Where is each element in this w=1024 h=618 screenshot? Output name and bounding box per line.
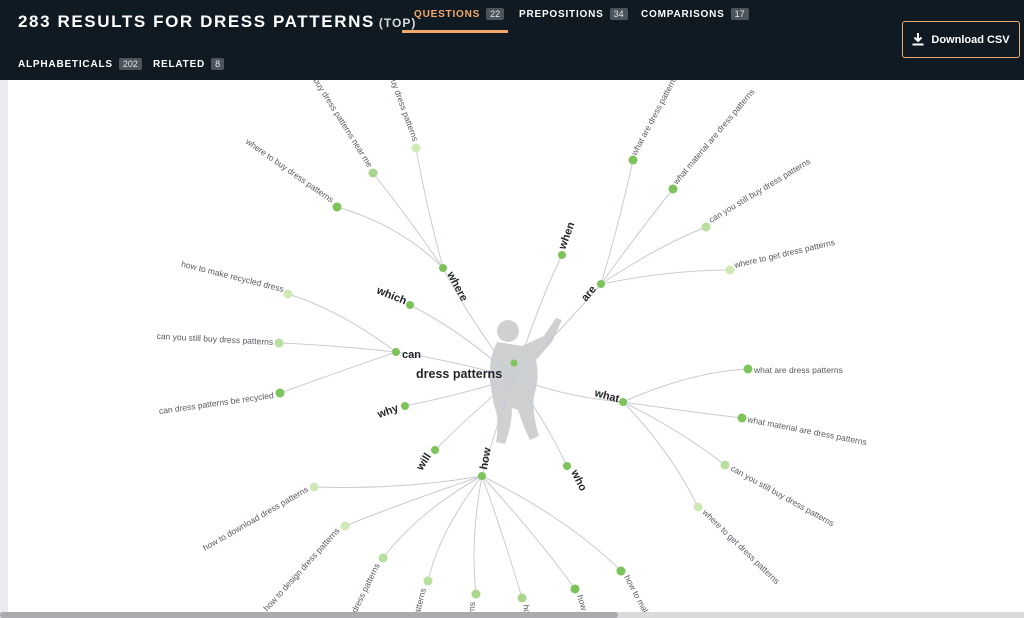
tab-comparisons-label: COMPARISONS (641, 8, 725, 20)
branch-can-0[interactable]: how to make recycled dress (180, 259, 285, 294)
modifier-what[interactable]: what (592, 387, 621, 405)
branch-where-2[interactable]: buy dress patterns (387, 80, 420, 143)
tab-comparisons-count: 17 (730, 8, 749, 20)
modifier-who[interactable]: who (568, 467, 589, 493)
visualization-canvas: dress patterns where which can why will … (8, 80, 1024, 618)
leaf-node[interactable] (570, 584, 580, 594)
node-when[interactable] (558, 251, 566, 259)
branch-where-1[interactable]: buy dress patterns near me (311, 80, 374, 169)
leaf-node[interactable] (693, 502, 703, 512)
branch-where-0[interactable]: where to buy dress patterns (243, 136, 335, 205)
node-what[interactable] (619, 398, 627, 406)
leaf-node[interactable] (411, 143, 421, 153)
node-why[interactable] (401, 402, 409, 410)
leaf-node[interactable] (517, 593, 527, 603)
tab-questions[interactable]: QUESTIONS 22 (414, 2, 505, 26)
modifier-when[interactable]: when (556, 220, 577, 252)
branch-are-0[interactable]: what are dress patterns (628, 80, 679, 158)
node-which[interactable] (406, 301, 414, 309)
leaf-node[interactable] (423, 576, 433, 586)
modifier-why[interactable]: why (375, 402, 401, 421)
modifier-which[interactable]: which (374, 284, 409, 307)
tab-related-count: 8 (211, 58, 225, 70)
center-label: dress patterns (416, 367, 502, 381)
leaf-node[interactable] (368, 168, 378, 178)
branch-what-0[interactable]: what are dress patterns (753, 365, 843, 375)
tab-alphabeticals[interactable]: ALPHABETICALS 202 (18, 52, 142, 76)
active-tab-indicator (402, 30, 508, 33)
branch-are-1[interactable]: what material are dress patterns (670, 87, 756, 187)
tab-related[interactable]: RELATED 8 (153, 52, 225, 76)
tab-comparisons[interactable]: COMPARISONS 17 (641, 2, 749, 26)
node-where[interactable] (439, 264, 447, 272)
tab-alphabeticals-label: ALPHABETICALS (18, 58, 113, 70)
node-how[interactable] (478, 472, 486, 480)
person-silhouette (489, 318, 562, 444)
question-wheel: dress patterns where which can why will … (156, 80, 868, 618)
node-who[interactable] (563, 462, 571, 470)
branch-how-6[interactable]: how (575, 594, 590, 613)
leaf-node[interactable] (332, 202, 342, 212)
download-icon (912, 33, 924, 46)
branch-are-2[interactable]: can you still buy dress patterns (707, 156, 812, 225)
leaf-node[interactable] (471, 589, 481, 599)
node-are[interactable] (597, 280, 605, 288)
leaf-node[interactable] (274, 338, 284, 348)
leaf-node[interactable] (275, 388, 285, 398)
horizontal-scrollbar-thumb[interactable] (0, 612, 618, 618)
results-title-text: 283 RESULTS FOR DRESS PATTERNS (18, 12, 375, 31)
modifier-where[interactable]: where (444, 269, 470, 304)
tab-prepositions-label: PREPOSITIONS (519, 8, 604, 20)
modifier-are[interactable]: are (579, 284, 599, 304)
branch-what-1[interactable]: what material are dress patterns (746, 414, 868, 447)
results-header: 283 RESULTS FOR DRESS PATTERNS (TOP) QUES… (0, 0, 1024, 80)
download-csv-button[interactable]: Download CSV (902, 21, 1020, 58)
tab-prepositions[interactable]: PREPOSITIONS 34 (519, 2, 628, 26)
branch-what-2[interactable]: can you still buy dress patterns (729, 463, 836, 528)
modifier-how[interactable]: how (478, 446, 494, 470)
leaf-node[interactable] (340, 521, 350, 531)
tab-related-label: RELATED (153, 58, 206, 70)
modifier-will[interactable]: will (414, 451, 434, 473)
center-node (510, 359, 518, 367)
modifier-can[interactable]: can (402, 349, 421, 361)
tab-prepositions-count: 34 (609, 8, 628, 20)
leaf-node[interactable] (283, 289, 293, 299)
branch-how-2[interactable]: dress patterns (349, 561, 382, 614)
results-title-suffix: (TOP) (378, 16, 417, 30)
branch-are-3[interactable]: where to get dress patterns (732, 237, 836, 270)
results-title: 283 RESULTS FOR DRESS PATTERNS (TOP) (18, 12, 416, 32)
tab-questions-label: QUESTIONS (414, 8, 481, 20)
leaf-node[interactable] (725, 265, 735, 275)
branch-how-1[interactable]: how to design dress patterns (261, 526, 341, 613)
node-will[interactable] (431, 446, 439, 454)
leaf-node[interactable] (668, 184, 678, 194)
leaf-node[interactable] (309, 482, 319, 492)
branch-what-3[interactable]: where to get dress patterns (700, 507, 782, 586)
tab-questions-count: 22 (486, 8, 505, 20)
leaf-node[interactable] (378, 553, 388, 563)
leaf-node[interactable] (701, 222, 711, 232)
node-can[interactable] (392, 348, 400, 356)
leaf-node[interactable] (737, 413, 747, 423)
tab-alphabeticals-count: 202 (118, 58, 142, 70)
branch-can-2[interactable]: can dress patterns be recycled (158, 390, 274, 416)
leaf-node[interactable] (616, 566, 626, 576)
branch-how-0[interactable]: how to download dress patterns (201, 484, 310, 553)
leaf-node[interactable] (720, 460, 730, 470)
branch-can-1[interactable]: can you still buy dress patterns (156, 331, 273, 347)
download-csv-label: Download CSV (931, 33, 1010, 46)
leaf-node[interactable] (743, 364, 753, 374)
